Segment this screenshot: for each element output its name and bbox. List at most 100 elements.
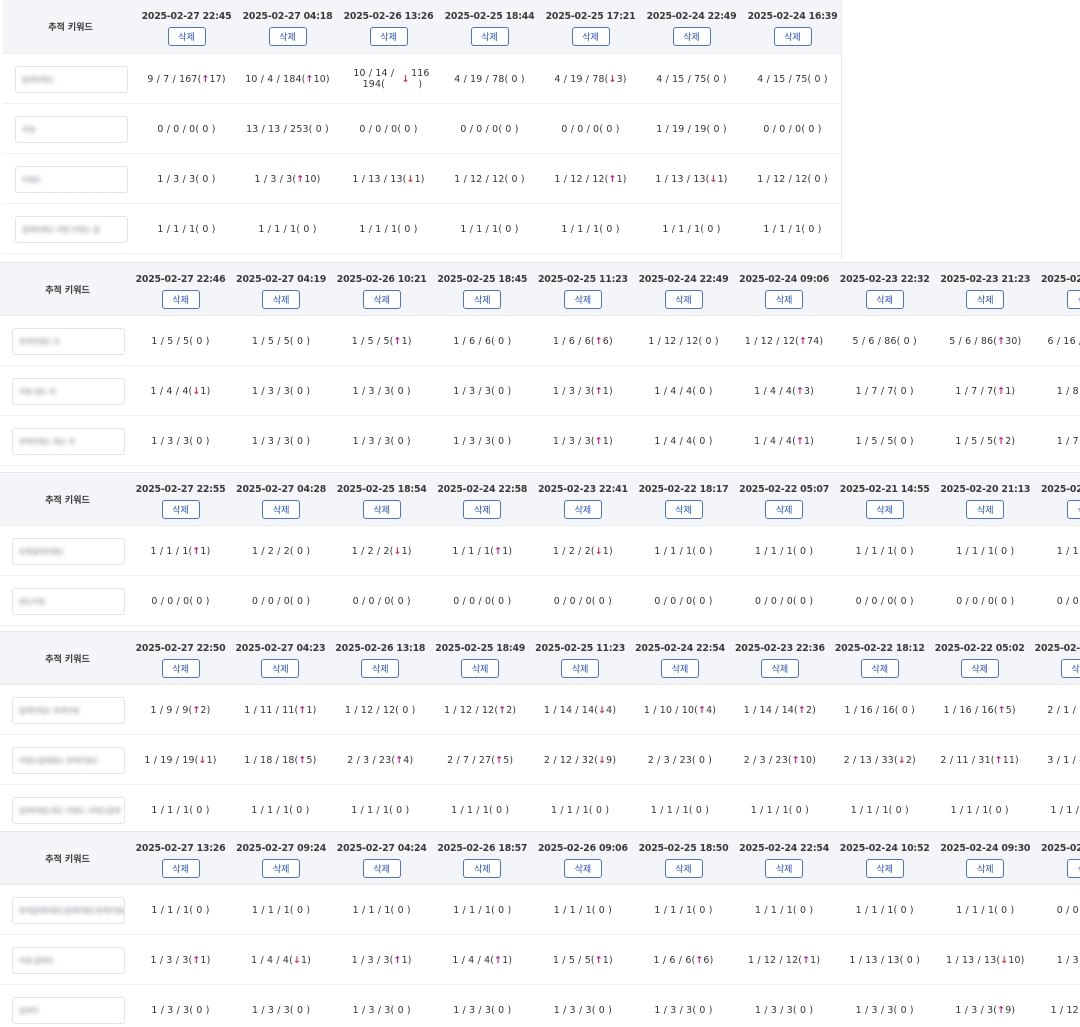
delete-button[interactable]: 삭제 — [470, 27, 509, 46]
delete-button[interactable]: 삭제 — [1060, 659, 1080, 678]
keyword-field[interactable]: 검색키 — [12, 997, 125, 1024]
delete-button[interactable]: 삭제 — [161, 500, 200, 519]
delete-button[interactable]: 삭제 — [362, 859, 401, 878]
keyword-text: 검색키워드 추적키워 — [19, 706, 80, 715]
delete-button[interactable]: 삭제 — [672, 27, 711, 46]
delete-button[interactable]: 삭제 — [1066, 859, 1080, 878]
rank-cell: 1 / 1 / 1( 0 ) — [561, 223, 620, 235]
delete-button[interactable]: 삭제 — [664, 859, 703, 878]
date-column-header: 2025-02-27 04:18 삭제 — [237, 0, 338, 53]
snapshot-date: 2025-02-23 22:36 — [734, 643, 825, 654]
delete-button[interactable]: 삭제 — [865, 859, 904, 878]
delete-button[interactable]: 삭제 — [966, 859, 1005, 878]
snapshot-date: 2025-02-24 09:30 — [940, 843, 1031, 854]
rank-cell: 4 / 19 / 78( ↓ 3) — [554, 73, 627, 85]
date-column-header: 2025-02-24 09:06 삭제 — [734, 263, 835, 315]
date-column-header: 2025-02-25 17:21 삭제 — [540, 0, 641, 53]
keyword-field[interactable]: 키워 검색키 — [12, 947, 125, 974]
delete-button[interactable]: 삭제 — [865, 290, 904, 309]
keyword-field[interactable]: 추적검색키워드검색키워드추적키워드 — [12, 897, 125, 924]
arrow-up-icon: ↑ — [997, 435, 1006, 447]
delete-button[interactable]: 삭제 — [262, 290, 301, 309]
arrow-up-icon: ↑ — [192, 545, 201, 557]
delete-button[interactable]: 삭제 — [765, 290, 804, 309]
delete-button[interactable]: 삭제 — [563, 500, 602, 519]
delete-button[interactable]: 삭제 — [571, 27, 610, 46]
delete-button[interactable]: 삭제 — [262, 859, 301, 878]
delete-button[interactable]: 삭제 — [261, 659, 300, 678]
delete-button[interactable]: 삭제 — [661, 659, 699, 678]
delete-button[interactable]: 삭제 — [664, 500, 703, 519]
keyword-field[interactable]: 추적키워드 키 — [12, 328, 125, 355]
rank-cell: 1 / 14 / 14( ↑ 2) — [743, 704, 816, 716]
keyword-field[interactable]: 키워 — [15, 116, 128, 143]
keyword-field[interactable]: 검색키워드워드 키워드 키워드검색 — [12, 797, 125, 824]
delete-button[interactable]: 삭제 — [361, 659, 400, 678]
delete-button[interactable]: 삭제 — [760, 659, 799, 678]
delete-button[interactable]: 삭제 — [262, 500, 301, 519]
delete-button[interactable]: 삭제 — [461, 659, 500, 678]
delete-button[interactable]: 삭제 — [463, 500, 502, 519]
delete-button[interactable]: 삭제 — [161, 290, 200, 309]
delete-button[interactable]: 삭제 — [773, 27, 812, 46]
delete-button[interactable]: 삭제 — [463, 859, 502, 878]
delete-button[interactable]: 삭제 — [161, 859, 200, 878]
delete-button[interactable]: 삭제 — [860, 659, 899, 678]
keyword-table-1: 추적 키워드 2025-02-27 22:45 삭제 2025-02-27 04:18… — [3, 0, 842, 258]
rank-cell: 0 / 0 / 0( 0 ) — [561, 123, 620, 135]
keyword-field[interactable]: 검색키워드 — [15, 66, 128, 93]
delete-button[interactable]: 삭제 — [960, 659, 999, 678]
rank-cell: 1 / 1 / 1( 0 ) — [654, 545, 713, 557]
rank-cell: 1 / 1 / 1( 0 ) — [251, 804, 310, 816]
delete-button[interactable]: 삭제 — [369, 27, 408, 46]
delete-button[interactable]: 삭제 — [1066, 290, 1080, 309]
delete-button[interactable]: 삭제 — [966, 500, 1005, 519]
keyword-field[interactable]: 워드키워 — [12, 588, 125, 615]
date-column-header: 2025-02-20 21:13 삭제 — [935, 473, 1036, 525]
snapshot-date: 2025-02-24 22:54 — [739, 843, 830, 854]
delete-button[interactable]: 삭제 — [167, 27, 206, 46]
date-column-header: 2025-02-20 09:40 삭제 — [1035, 473, 1080, 525]
rank-cell: 1 / 7 / 7( 0 ) — [1056, 435, 1080, 447]
delete-button[interactable]: 삭제 — [463, 290, 502, 309]
arrow-down-icon: ↓ — [1000, 954, 1009, 966]
date-column-header: 2025-02-24 22:54 삭제 — [734, 832, 835, 884]
delete-button[interactable]: 삭제 — [765, 500, 804, 519]
rank-cell: 1 / 12 / 12( ↑ 74) — [744, 335, 824, 347]
date-column-header: 2025-02-23 21:23 삭제 — [935, 263, 1036, 315]
delete-button[interactable]: 삭제 — [362, 500, 401, 519]
keyword-text: 검색키워드 키워 키워드 검 — [22, 225, 100, 234]
keyword-text: 키워 검색키 — [19, 956, 54, 965]
rank-cell: 2 / 7 / 27( ↑ 5) — [447, 754, 514, 766]
snapshot-date: 2025-02-25 18:49 — [435, 643, 526, 654]
keyword-field[interactable]: 검색키워드 추적키워 — [12, 697, 125, 724]
delete-button[interactable]: 삭제 — [664, 290, 703, 309]
snapshot-date: 2025-02-21 14:55 — [839, 484, 930, 495]
keyword-field[interactable]: 추적검색키워드 — [12, 538, 125, 565]
keyword-field[interactable]: 검색키워드 키워 키워드 검 — [15, 216, 128, 243]
delete-button[interactable]: 삭제 — [161, 659, 200, 678]
date-column-header: 2025-02-25 18:44 삭제 — [439, 0, 540, 53]
delete-button[interactable]: 삭제 — [563, 859, 602, 878]
rank-cell: 4 / 15 / 75( 0 ) — [656, 73, 727, 85]
delete-button[interactable]: 삭제 — [268, 27, 307, 46]
delete-button[interactable]: 삭제 — [865, 500, 904, 519]
table-row: 추적키워드 워드 키 1 / 3 / 3( 0 ) 1 / 3 / 3( 0 ) 1 … — [0, 416, 1080, 466]
date-column-header: 2025-02-23 10:55 삭제 — [1035, 263, 1080, 315]
keyword-field[interactable]: 키워드 — [15, 166, 128, 193]
keyword-field[interactable]: 키워드검색워드 추적키워드 — [12, 747, 125, 774]
rank-cell: 1 / 16 / 16( 0 ) — [844, 704, 916, 716]
arrow-up-icon: ↑ — [495, 754, 504, 766]
delete-button[interactable]: 삭제 — [563, 290, 602, 309]
keyword-field[interactable]: 키워 워드 키 — [12, 378, 125, 405]
delete-button[interactable]: 삭제 — [765, 859, 804, 878]
date-column-header: 2025-02-25 11:23 삭제 — [532, 263, 633, 315]
delete-button[interactable]: 삭제 — [561, 659, 600, 678]
keyword-field[interactable]: 추적키워드 워드 키 — [12, 428, 125, 455]
delete-button[interactable]: 삭제 — [1066, 500, 1080, 519]
rank-cell: 1 / 10 / 10( ↑ 4) — [643, 704, 717, 716]
delete-button[interactable]: 삭제 — [966, 290, 1005, 309]
keyword-column-header: 추적 키워드 — [45, 654, 90, 665]
rank-cell: 1 / 1 / 1( 0 ) — [662, 223, 721, 235]
delete-button[interactable]: 삭제 — [362, 290, 401, 309]
